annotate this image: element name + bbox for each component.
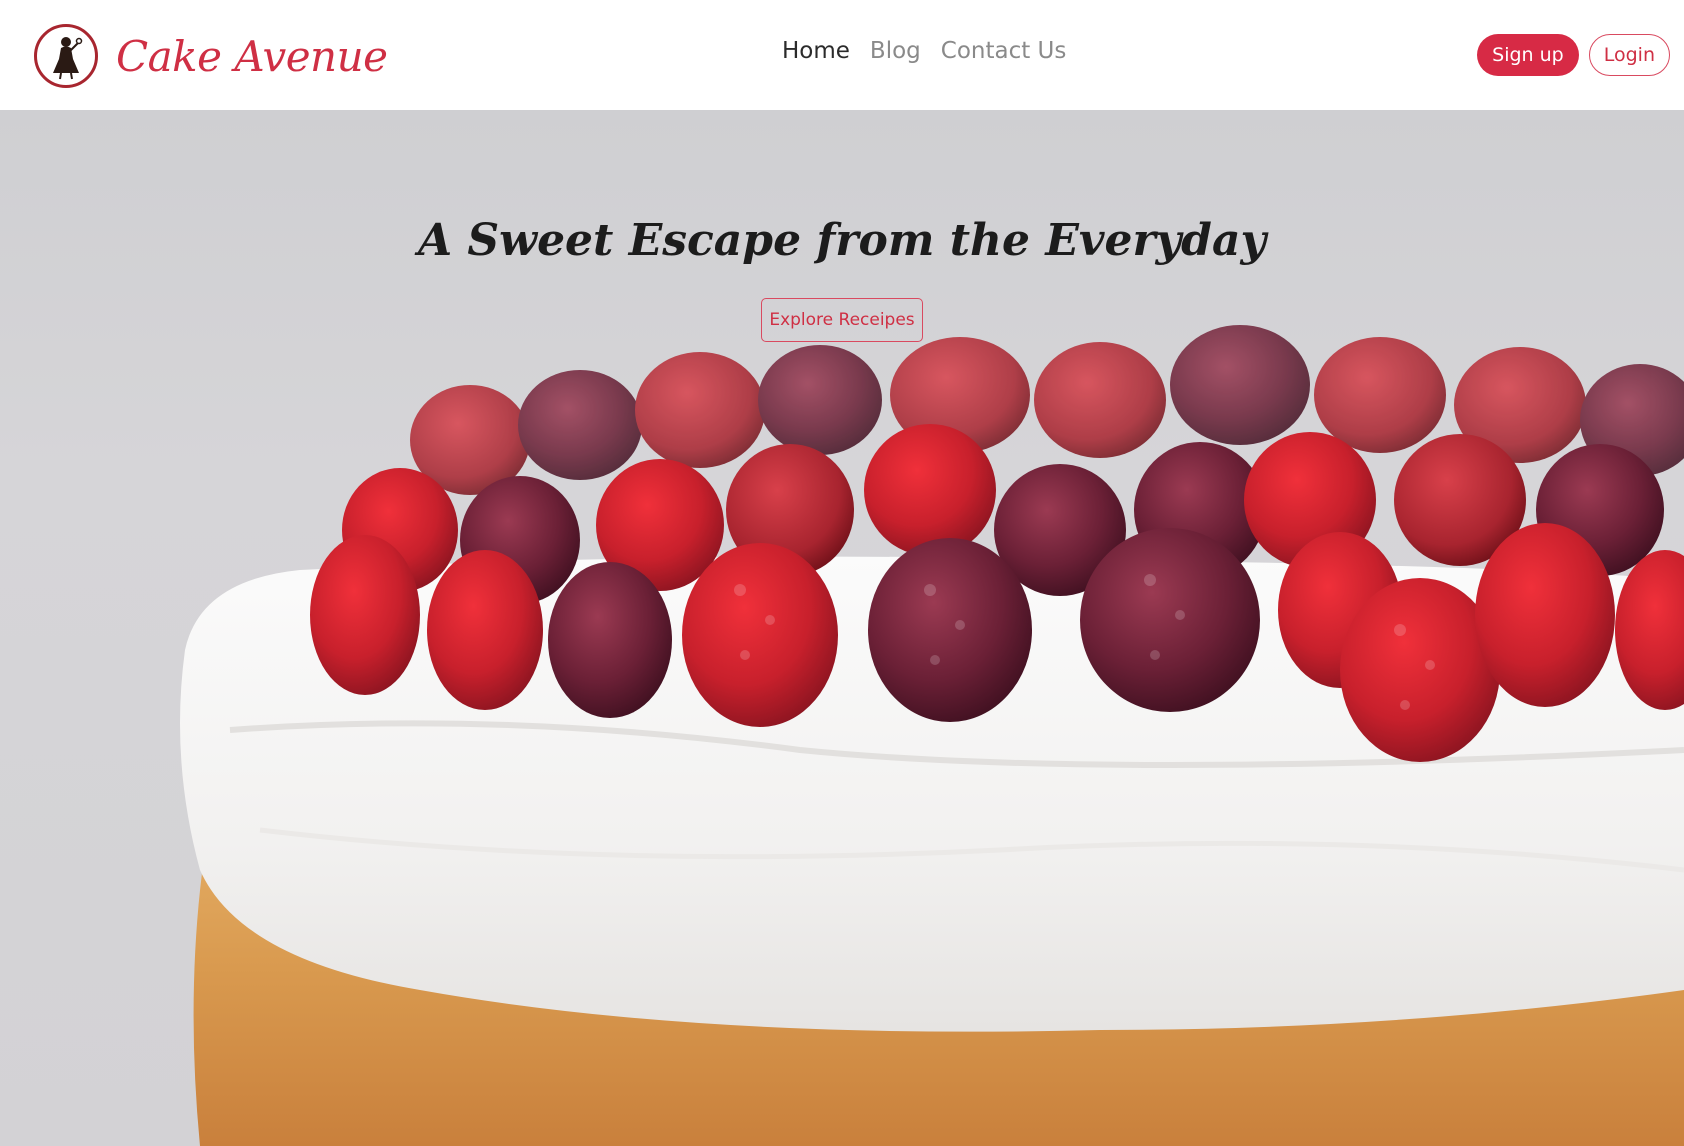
nav-item-contact-us[interactable]: Contact Us	[941, 38, 1067, 64]
nav-item-home[interactable]: Home	[782, 38, 850, 64]
brand[interactable]: Cake Avenue	[34, 24, 388, 88]
main-nav: Home Blog Contact Us	[782, 38, 1066, 64]
auth-buttons: Sign up Login	[1477, 34, 1670, 76]
login-button[interactable]: Login	[1588, 34, 1670, 76]
hero-title: A Sweet Escape from the Everyday	[417, 215, 1267, 266]
navbar: Cake Avenue Home Blog Contact Us Sign up…	[0, 0, 1684, 110]
explore-recipes-button[interactable]: Explore Receipes	[761, 298, 923, 342]
baker-silhouette-icon	[34, 24, 98, 88]
signup-button[interactable]: Sign up	[1477, 34, 1579, 76]
brand-name: Cake Avenue	[116, 31, 388, 81]
hero-section: A Sweet Escape from the Everyday Explore…	[0, 110, 1684, 1146]
nav-item-blog[interactable]: Blog	[870, 38, 921, 64]
